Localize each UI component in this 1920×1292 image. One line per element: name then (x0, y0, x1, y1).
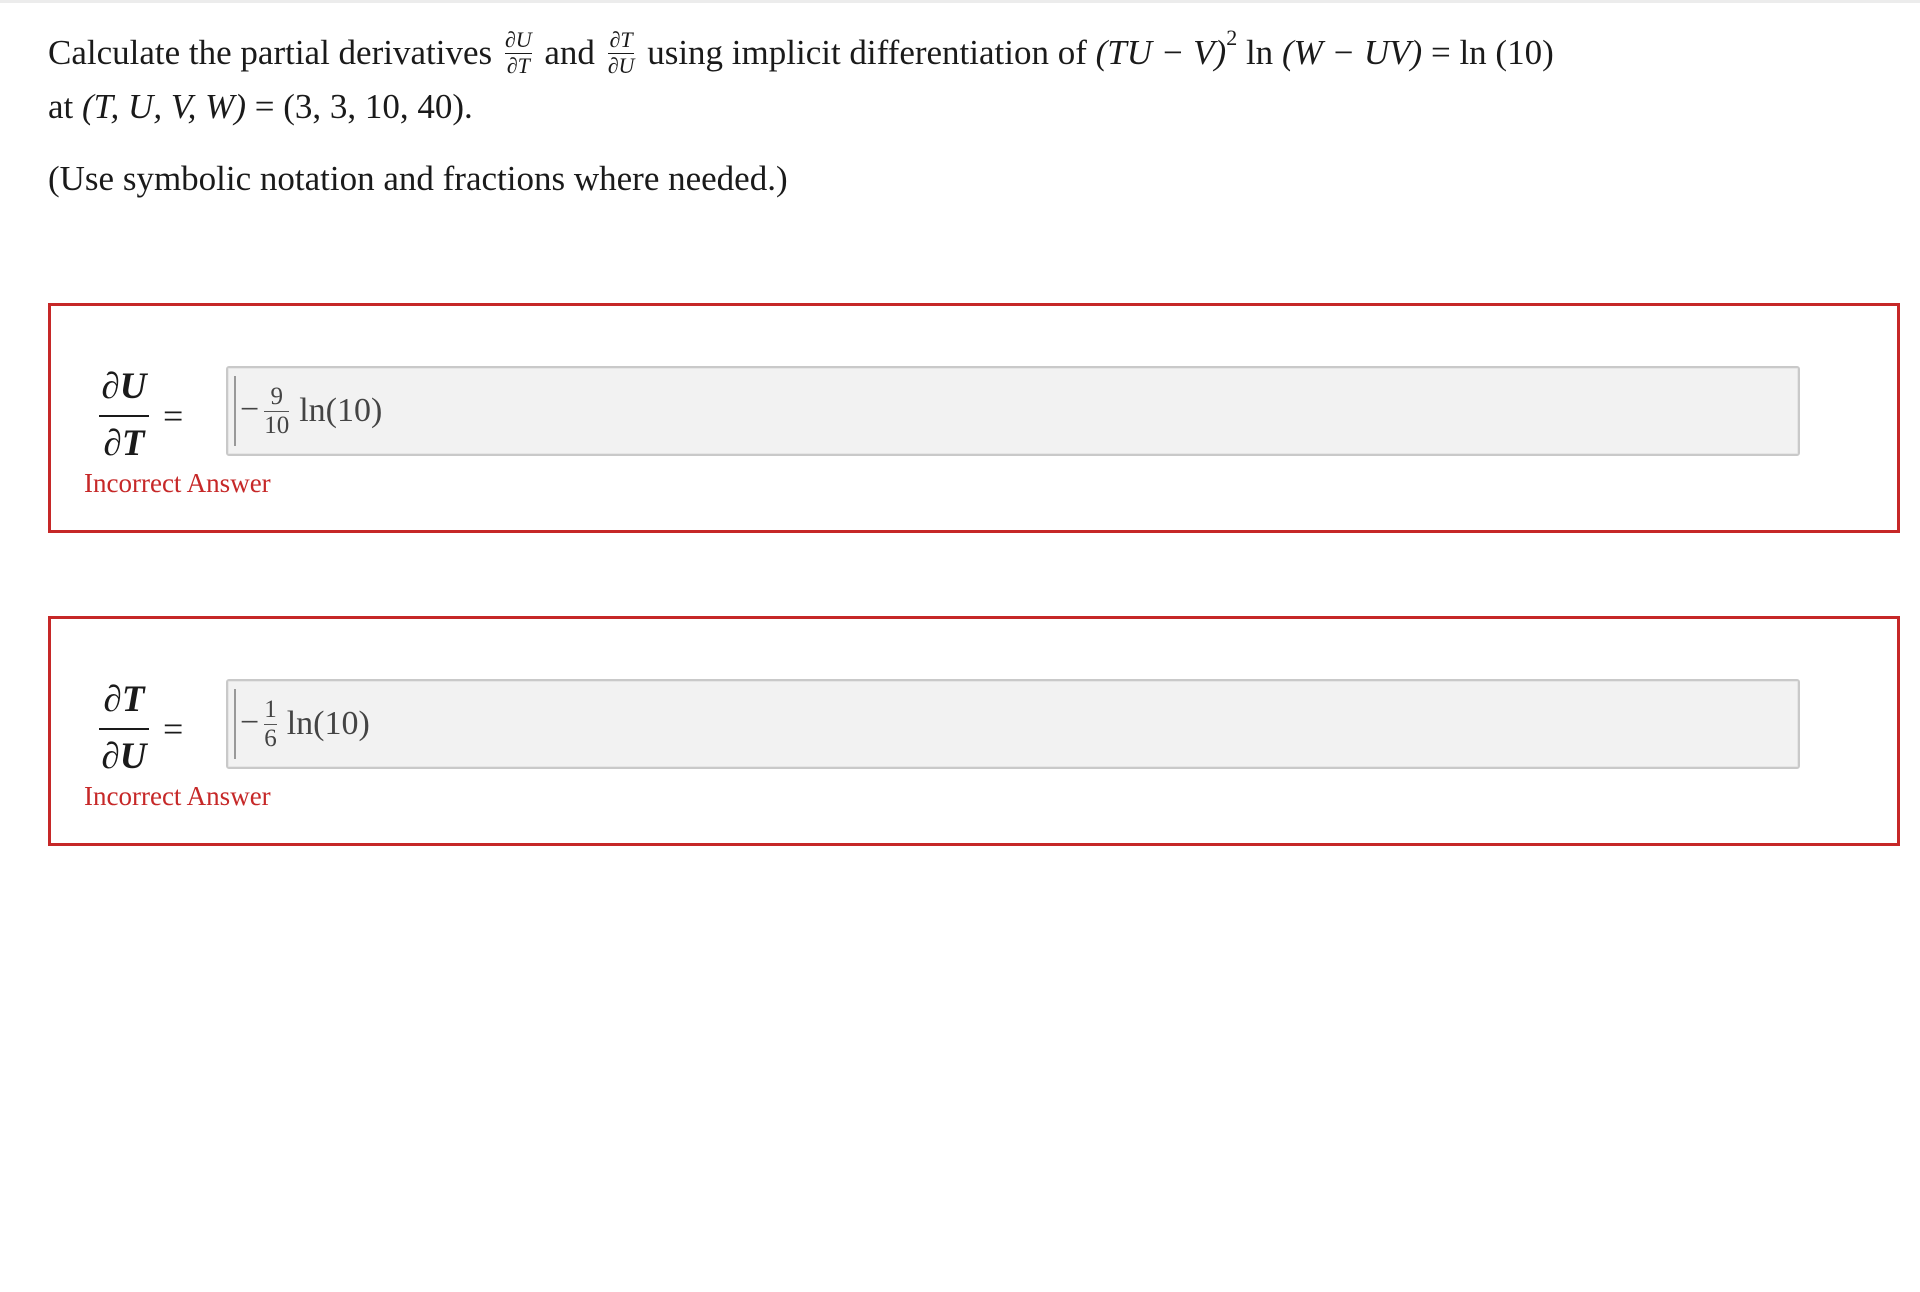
question-mid: using implicit differentiation of (647, 33, 1087, 72)
answer-block-dt-du: ∂T ∂U = − 1 6 ln(10) Incorrect Answer (48, 616, 1900, 846)
expression-tail: ln(10) (299, 392, 383, 429)
expression-numerator: 9 (270, 382, 283, 410)
expression-numerator: 1 (264, 695, 277, 723)
lhs-numerator: ∂T (103, 679, 145, 720)
incorrect-answer-feedback: Incorrect Answer (84, 781, 271, 811)
equation-exponent: 2 (1226, 25, 1238, 51)
expression-tail: ln(10) (286, 705, 370, 742)
lhs-denominator: ∂U (101, 736, 147, 777)
answer-block-du-dt: ∂U ∂T = − 9 10 ln(10) Incorrect Answer (48, 303, 1900, 533)
expression-denominator: 6 (264, 725, 277, 753)
expression-denominator: 10 (264, 412, 290, 440)
expression-fraction: 1 6 (264, 695, 277, 753)
partial-u-t-fraction: ∂U ∂T (504, 26, 532, 79)
equation-argument: (W − UV) (1281, 33, 1423, 72)
question-and: and (544, 33, 595, 72)
equation-left: (TU − V) (1095, 33, 1227, 72)
answer-lhs-fraction: ∂U ∂T (99, 368, 149, 462)
point-equals: = (254, 87, 275, 127)
equals-sign: = (163, 396, 184, 436)
equation-ln: ln (1245, 33, 1274, 72)
point-variables: (T, U, V, W) (82, 87, 246, 127)
partial-t-u-fraction: ∂T ∂U (607, 26, 635, 79)
lhs-fraction-bar (99, 728, 149, 730)
question-line-2: at (T, U, V, W) = (3, 3, 10, 40). (48, 80, 1868, 134)
lhs-fraction-bar (99, 415, 149, 417)
fraction-denominator: ∂U (607, 53, 635, 79)
equals-sign: = (163, 709, 184, 749)
entered-expression: − 9 10 ln(10) (240, 368, 382, 454)
entered-expression: − 1 6 ln(10) (240, 681, 370, 767)
answer-input-du-dt[interactable]: − 9 10 ln(10) (226, 366, 1800, 456)
expression-fraction: 9 10 (264, 382, 290, 440)
lhs-numerator: ∂U (101, 366, 147, 407)
lhs-denominator: ∂T (103, 423, 145, 464)
question-at: at (48, 87, 74, 127)
question-prompt: Calculate the partial derivatives ∂U ∂T … (48, 26, 1868, 206)
fraction-numerator: ∂T (609, 26, 633, 52)
fraction-numerator: ∂U (504, 26, 532, 52)
equation-right: ln (10) (1459, 33, 1554, 72)
equation-equals: = (1430, 33, 1451, 72)
question-hint: (Use symbolic notation and fractions whe… (48, 159, 788, 199)
question-line-1: Calculate the partial derivatives ∂U ∂T … (48, 26, 1868, 80)
expression-sign: − (240, 391, 260, 428)
point-values: (3, 3, 10, 40). (283, 87, 473, 127)
answer-lhs-fraction: ∂T ∂U (99, 681, 149, 775)
question-intro: Calculate the partial derivatives (48, 33, 493, 72)
fraction-denominator: ∂T (506, 53, 530, 79)
incorrect-answer-feedback: Incorrect Answer (84, 468, 271, 498)
answer-input-dt-du[interactable]: − 1 6 ln(10) (226, 679, 1800, 769)
top-divider (0, 0, 1920, 3)
expression-sign: − (240, 704, 260, 741)
